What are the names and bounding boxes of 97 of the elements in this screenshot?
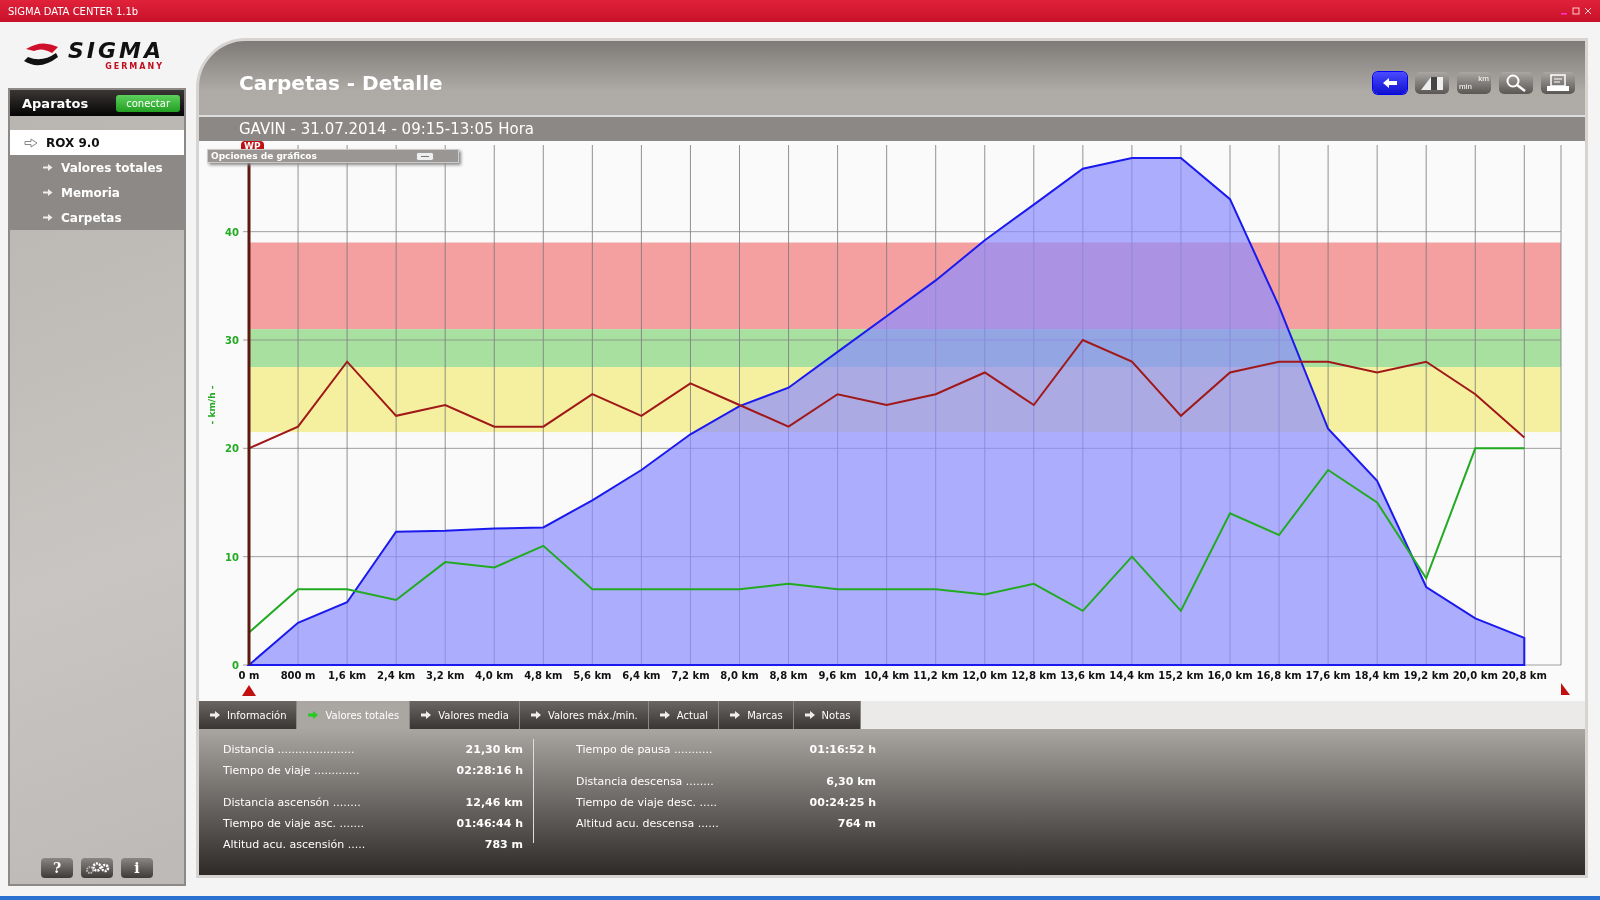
x-tick-label: 3,2 km bbox=[426, 670, 465, 681]
stat-value: 12,46 km bbox=[465, 796, 523, 809]
search-icon bbox=[1505, 74, 1527, 92]
x-tick-label: 6,4 km bbox=[622, 670, 661, 681]
stat-label: Altitud acu. ascensión ..... bbox=[223, 838, 366, 851]
arrow-icon bbox=[209, 710, 221, 720]
stat-label: Distancia descensa ........ bbox=[576, 775, 714, 788]
arrow-icon bbox=[729, 710, 742, 720]
sidebar-item[interactable]: Memoria bbox=[10, 180, 184, 205]
x-tick-label: 20,8 km bbox=[1501, 670, 1547, 681]
printer-icon bbox=[1546, 74, 1570, 92]
x-tick-label: 12,0 km bbox=[962, 670, 1008, 681]
start-marker-icon bbox=[242, 685, 256, 696]
back-arrow-icon bbox=[1382, 77, 1398, 89]
arrow-icon bbox=[803, 710, 816, 720]
stat-value: 01:46:44 h bbox=[456, 817, 523, 830]
settings-button[interactable] bbox=[81, 858, 113, 878]
chart-button[interactable] bbox=[1415, 72, 1449, 94]
stat-label: Tiempo de viaje asc. ....... bbox=[223, 817, 364, 830]
window-title: SIGMA DATA CENTER 1.1b bbox=[8, 5, 139, 17]
x-tick-label: 18,4 km bbox=[1354, 670, 1400, 681]
arrow-icon bbox=[42, 213, 53, 222]
sidebar-item[interactable]: Valores totales bbox=[10, 155, 184, 180]
stat-label: Distancia ascensón ........ bbox=[223, 796, 361, 809]
x-tick-label: 8,0 km bbox=[720, 670, 759, 681]
y-tick-label: 10 bbox=[225, 551, 239, 563]
device-item[interactable]: ROX 9.0 bbox=[10, 130, 184, 155]
x-tick-label: 10,4 km bbox=[864, 670, 910, 681]
units-button[interactable]: km min bbox=[1457, 72, 1491, 94]
y-tick-label: 30 bbox=[225, 335, 239, 346]
x-tick-label: 4,8 km bbox=[524, 670, 563, 681]
x-tick-label: 0 m bbox=[238, 670, 260, 681]
stat-label: Altitud acu. descensa ...... bbox=[576, 817, 719, 830]
x-tick-label: 16,8 km bbox=[1256, 670, 1302, 681]
stat-label: Tiempo de pausa ........... bbox=[576, 743, 713, 756]
close-icon[interactable] bbox=[1584, 7, 1592, 15]
page-title: Carpetas - Detalle bbox=[239, 71, 443, 95]
x-tick-label: 9,6 km bbox=[818, 670, 857, 681]
x-tick-label: 12,8 km bbox=[1011, 670, 1057, 681]
x-tick-label: 16,0 km bbox=[1207, 670, 1253, 681]
minimize-icon[interactable] bbox=[416, 151, 434, 161]
session-title: GAVIN - 31.07.2014 - 09:15-13:05 Hora bbox=[239, 120, 535, 138]
arrow-icon bbox=[24, 137, 38, 148]
stat-label: Tiempo de viaje desc. ..... bbox=[576, 796, 717, 809]
y-axis-label: - km/h - bbox=[207, 385, 217, 425]
tab[interactable]: Valores media bbox=[410, 701, 520, 729]
x-tick-label: 7,2 km bbox=[671, 670, 710, 681]
x-tick-label: 14,4 km bbox=[1109, 670, 1155, 681]
x-tick-label: 4,0 km bbox=[475, 670, 514, 681]
tab[interactable]: Valores máx./min. bbox=[519, 701, 649, 729]
sidebar-item[interactable]: Carpetas bbox=[10, 205, 184, 230]
maximize-icon[interactable] bbox=[1572, 7, 1580, 15]
stat-value: 783 m bbox=[484, 838, 523, 851]
stat-label: Distancia ...................... bbox=[223, 743, 355, 756]
search-button[interactable] bbox=[1499, 72, 1533, 94]
chart-icon bbox=[1419, 75, 1445, 91]
logo-text: SIGMA bbox=[68, 39, 164, 62]
tab[interactable]: Actual bbox=[648, 701, 720, 729]
stat-value: 01:16:52 h bbox=[809, 743, 876, 756]
end-marker-icon bbox=[1561, 683, 1570, 695]
arrow-icon bbox=[42, 163, 53, 172]
x-tick-label: 19,2 km bbox=[1403, 670, 1449, 681]
sidebar-title: Aparatos bbox=[22, 95, 89, 111]
x-tick-label: 8,8 km bbox=[769, 670, 808, 681]
x-tick-label: 17,6 km bbox=[1305, 670, 1351, 681]
x-tick-label: 800 m bbox=[280, 670, 316, 681]
x-tick-label: 11,2 km bbox=[913, 670, 959, 681]
x-tick-label: 5,6 km bbox=[573, 670, 612, 681]
x-tick-label: 20,0 km bbox=[1452, 670, 1498, 681]
stat-value: 00:24:25 h bbox=[809, 796, 876, 809]
tab[interactable]: Información bbox=[199, 701, 298, 729]
help-button[interactable]: ? bbox=[41, 858, 73, 878]
stat-label: Tiempo de viaje ............. bbox=[223, 764, 360, 777]
arrow-icon bbox=[307, 710, 320, 720]
arrow-icon bbox=[42, 188, 53, 197]
arrow-icon bbox=[420, 710, 433, 720]
x-tick-label: 2,4 km bbox=[377, 670, 416, 681]
print-button[interactable] bbox=[1541, 72, 1575, 94]
gears-icon bbox=[84, 861, 110, 875]
x-tick-label: 1,6 km bbox=[327, 670, 367, 681]
stat-value: 21,30 km bbox=[465, 743, 523, 756]
stat-value: 764 m bbox=[837, 817, 876, 830]
x-tick-label: 13,6 km bbox=[1060, 670, 1106, 681]
back-button[interactable] bbox=[1373, 72, 1407, 94]
logo-tagline: GERMANY bbox=[105, 61, 164, 71]
y-tick-label: 40 bbox=[225, 226, 239, 238]
stat-value: 6,30 km bbox=[826, 775, 876, 788]
stat-value: 02:28:16 h bbox=[456, 764, 523, 777]
x-tick-label: 15,2 km bbox=[1158, 670, 1204, 681]
tab[interactable]: Notas bbox=[793, 701, 862, 729]
y-tick-label: 20 bbox=[225, 443, 239, 455]
info-button[interactable]: i bbox=[121, 858, 153, 878]
tab[interactable]: Marcas bbox=[719, 701, 794, 729]
chart-options-title: Opciones de gráficos bbox=[211, 151, 317, 161]
arrow-icon bbox=[658, 710, 671, 720]
y-tick-label: 0 bbox=[232, 660, 239, 671]
arrow-icon bbox=[529, 710, 542, 720]
